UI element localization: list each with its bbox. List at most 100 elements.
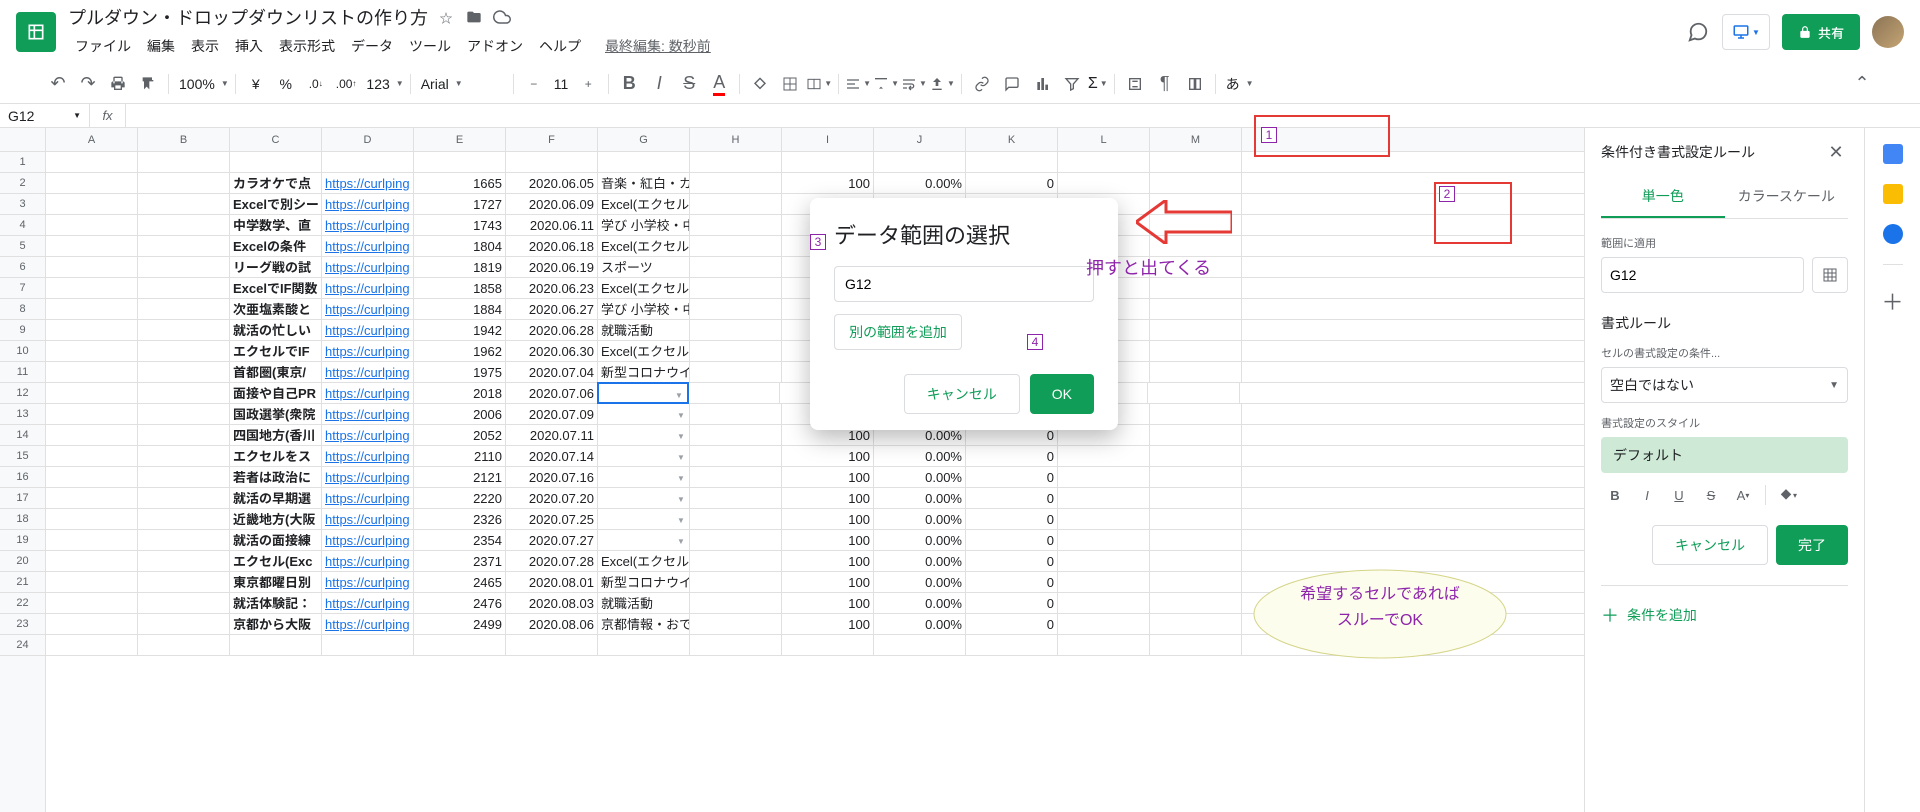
cell[interactable] bbox=[1058, 593, 1150, 613]
cell[interactable]: 100 bbox=[782, 467, 874, 487]
cell[interactable]: 100 bbox=[782, 446, 874, 466]
cell[interactable]: エクセル(Exc bbox=[230, 551, 322, 571]
cell[interactable]: 2020.08.01 bbox=[506, 572, 598, 592]
cell[interactable]: 2020.06.23 bbox=[506, 278, 598, 298]
dialog-cancel-button[interactable]: キャンセル bbox=[904, 374, 1020, 414]
cell[interactable] bbox=[1058, 152, 1150, 172]
cell[interactable]: ▼ bbox=[598, 530, 690, 550]
cell[interactable]: https://curlping bbox=[322, 173, 414, 193]
cell[interactable]: 0.00% bbox=[874, 446, 966, 466]
cell[interactable] bbox=[46, 236, 138, 256]
row-header[interactable]: 10 bbox=[0, 341, 45, 362]
chart-button[interactable] bbox=[1028, 70, 1056, 98]
cell[interactable] bbox=[1150, 404, 1242, 424]
cell[interactable]: ▼ bbox=[598, 425, 690, 445]
font-size-dropdown[interactable]: −11+ bbox=[520, 70, 603, 98]
cell[interactable] bbox=[46, 593, 138, 613]
dropdown-icon[interactable]: ▼ bbox=[675, 535, 687, 547]
row-header[interactable]: 8 bbox=[0, 299, 45, 320]
cell[interactable] bbox=[598, 152, 690, 172]
cell[interactable] bbox=[1148, 383, 1240, 403]
row-header[interactable]: 19 bbox=[0, 530, 45, 551]
cell[interactable]: 新型コロナウイルス感染症(CO bbox=[598, 362, 690, 382]
bold-button[interactable]: B bbox=[615, 70, 643, 98]
cell[interactable] bbox=[46, 488, 138, 508]
cell[interactable] bbox=[1058, 572, 1150, 592]
halign-button[interactable]: ▼ bbox=[845, 76, 871, 92]
cell[interactable] bbox=[690, 257, 782, 277]
dropdown-icon[interactable]: ▼ bbox=[673, 389, 685, 401]
cell[interactable] bbox=[690, 551, 782, 571]
cell[interactable]: 首都圏(東京/ bbox=[230, 362, 322, 382]
cell[interactable] bbox=[1058, 635, 1150, 655]
col-header-A[interactable]: A bbox=[46, 128, 138, 151]
cell[interactable]: 2020.06.30 bbox=[506, 341, 598, 361]
cell[interactable]: 就活の忙しい bbox=[230, 320, 322, 340]
cell[interactable]: https://curlping bbox=[322, 341, 414, 361]
col-header-K[interactable]: K bbox=[966, 128, 1058, 151]
col-header-E[interactable]: E bbox=[414, 128, 506, 151]
font-dropdown[interactable]: Arial▼ bbox=[417, 76, 507, 92]
input-method-button[interactable]: あ▼ bbox=[1222, 74, 1254, 94]
cell[interactable]: 0 bbox=[966, 614, 1058, 634]
print-button[interactable] bbox=[104, 70, 132, 98]
cell[interactable]: 就活の早期選 bbox=[230, 488, 322, 508]
cell[interactable] bbox=[46, 551, 138, 571]
cell[interactable]: https://curlping bbox=[322, 299, 414, 319]
cell[interactable]: 2020.07.04 bbox=[506, 362, 598, 382]
wrap-button[interactable]: ▼ bbox=[901, 76, 927, 92]
cell[interactable]: ▼ bbox=[598, 467, 690, 487]
cell[interactable]: 国政選挙(衆院 bbox=[230, 404, 322, 424]
cell[interactable] bbox=[138, 551, 230, 571]
link-button[interactable] bbox=[968, 70, 996, 98]
dropdown-icon[interactable]: ▼ bbox=[675, 514, 687, 526]
cell[interactable] bbox=[1150, 572, 1242, 592]
cell[interactable] bbox=[138, 404, 230, 424]
cell[interactable]: 1804 bbox=[414, 236, 506, 256]
cell[interactable]: 2354 bbox=[414, 530, 506, 550]
cell[interactable]: 0 bbox=[966, 593, 1058, 613]
row-header[interactable]: 5 bbox=[0, 236, 45, 257]
cell[interactable] bbox=[46, 635, 138, 655]
cell[interactable] bbox=[138, 509, 230, 529]
cell[interactable] bbox=[138, 236, 230, 256]
fmt-italic[interactable]: I bbox=[1633, 481, 1661, 509]
cell[interactable]: 2020.08.03 bbox=[506, 593, 598, 613]
menu-tools[interactable]: ツール bbox=[402, 32, 458, 60]
cell[interactable]: 100 bbox=[782, 614, 874, 634]
cell[interactable]: 0 bbox=[966, 572, 1058, 592]
comments-icon[interactable] bbox=[1686, 20, 1710, 44]
fmt-strike[interactable]: S bbox=[1697, 481, 1725, 509]
cell[interactable]: https://curlping bbox=[322, 320, 414, 340]
cell[interactable]: 2020.06.18 bbox=[506, 236, 598, 256]
cell[interactable]: 2020.06.11 bbox=[506, 215, 598, 235]
cell[interactable]: 1942 bbox=[414, 320, 506, 340]
menu-data[interactable]: データ bbox=[344, 32, 400, 60]
present-button[interactable]: ▼ bbox=[1722, 14, 1770, 50]
row-header[interactable]: 21 bbox=[0, 572, 45, 593]
row-header[interactable]: 15 bbox=[0, 446, 45, 467]
cell[interactable]: 面接や自己PR bbox=[230, 383, 322, 403]
cell[interactable] bbox=[874, 152, 966, 172]
select-range-icon[interactable] bbox=[1812, 257, 1848, 293]
cell[interactable] bbox=[138, 278, 230, 298]
cell[interactable]: Excel(エクセル)・Google・Wo bbox=[598, 341, 690, 361]
cell[interactable]: Excel(エクセル)・Google・Wo bbox=[598, 236, 690, 256]
cell[interactable] bbox=[138, 152, 230, 172]
col-header-B[interactable]: B bbox=[138, 128, 230, 151]
cell[interactable] bbox=[690, 593, 782, 613]
menu-addons[interactable]: アドオン bbox=[460, 32, 530, 60]
menu-format[interactable]: 表示形式 bbox=[272, 32, 342, 60]
add-rule-button[interactable]: ＋条件を追加 bbox=[1601, 585, 1848, 628]
cell[interactable] bbox=[690, 530, 782, 550]
dropdown-icon[interactable]: ▼ bbox=[675, 409, 687, 421]
collapse-toolbar-button[interactable]: ⌃ bbox=[1848, 70, 1876, 98]
cell[interactable]: 2020.07.28 bbox=[506, 551, 598, 571]
cell[interactable] bbox=[138, 320, 230, 340]
cell[interactable] bbox=[138, 530, 230, 550]
col-header-H[interactable]: H bbox=[690, 128, 782, 151]
cell[interactable] bbox=[1150, 614, 1242, 634]
cell[interactable]: 学び 小学校・中学校・高校・ bbox=[598, 299, 690, 319]
cell[interactable] bbox=[322, 635, 414, 655]
cell[interactable]: https://curlping bbox=[322, 383, 414, 403]
